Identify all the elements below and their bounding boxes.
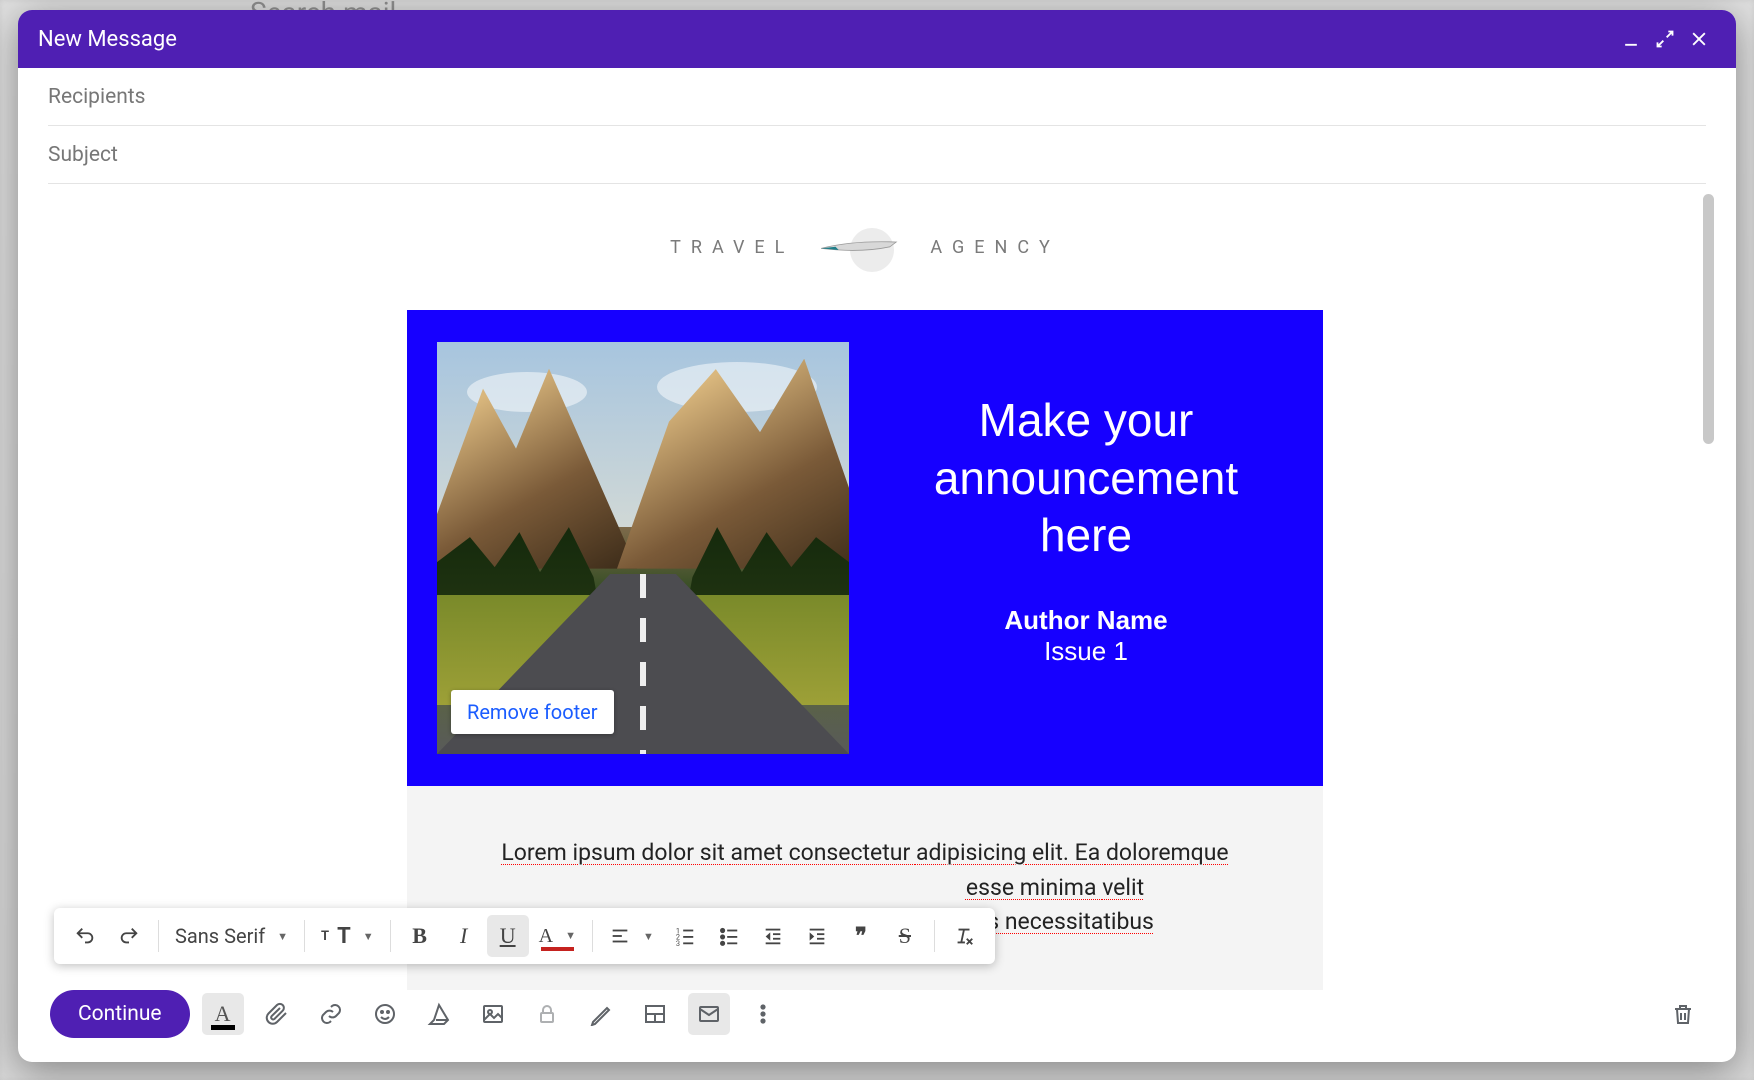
continue-button[interactable]: Continue xyxy=(50,990,190,1038)
logo-right-text: AGENCY xyxy=(930,237,1060,258)
lorem-text: Lorem ipsum dolor sit xyxy=(501,839,730,866)
bulleted-list-button[interactable] xyxy=(708,915,750,957)
font-size-select[interactable]: TT▼ xyxy=(313,915,382,957)
numbered-list-button[interactable]: 123 xyxy=(664,915,706,957)
lorem-text: adipisicing xyxy=(916,839,1026,866)
underline-button[interactable]: U xyxy=(487,915,529,957)
compose-window: New Message Recipients Subject TRAVEL AG… xyxy=(18,10,1736,1062)
minimize-button[interactable] xyxy=(1614,22,1648,56)
hero-block: Remove footer Make your announcement her… xyxy=(407,310,1323,786)
insert-photo-button[interactable] xyxy=(472,993,514,1035)
scrollbar[interactable] xyxy=(1703,194,1714,444)
quote-button[interactable]: ❞ xyxy=(840,915,882,957)
insert-signature-button[interactable] xyxy=(580,993,622,1035)
subject-field[interactable]: Subject xyxy=(48,126,1706,184)
indent-less-button[interactable] xyxy=(752,915,794,957)
text-color-button[interactable]: A▼ xyxy=(531,915,584,957)
insert-link-button[interactable] xyxy=(310,993,352,1035)
author-text[interactable]: Author Name xyxy=(889,605,1283,636)
body-area: TRAVEL AGENCY Remove footer xyxy=(18,184,1736,1062)
remove-formatting-button[interactable] xyxy=(943,915,985,957)
popout-collapse-button[interactable] xyxy=(1648,22,1682,56)
lorem-text: velit xyxy=(1102,874,1144,901)
font-family-select[interactable]: Sans Serif▼ xyxy=(167,915,296,957)
logo-left-text: TRAVEL xyxy=(670,237,794,258)
hero-text[interactable]: Make your announcement here Author Name … xyxy=(849,342,1323,754)
close-button[interactable] xyxy=(1682,22,1716,56)
discard-draft-button[interactable] xyxy=(1662,993,1704,1035)
formatting-options-button[interactable]: A xyxy=(202,993,244,1035)
format-toolbar: Sans Serif▼ TT▼ B I U A▼ ▼ 123 ❞ S xyxy=(54,908,995,964)
insert-layout-button[interactable] xyxy=(634,993,676,1035)
lorem-text: necessitatibus xyxy=(1005,908,1154,935)
indent-more-button[interactable] xyxy=(796,915,838,957)
action-bar: Continue A xyxy=(50,986,1704,1042)
hero-image[interactable]: Remove footer xyxy=(437,342,849,754)
align-button[interactable]: ▼ xyxy=(601,915,662,957)
font-family-label: Sans Serif xyxy=(175,924,265,948)
remove-footer-button[interactable]: Remove footer xyxy=(451,690,614,734)
lorem-text: consectetur xyxy=(789,839,911,866)
window-title: New Message xyxy=(38,27,1614,52)
svg-text:3: 3 xyxy=(676,939,680,947)
lorem-text: amet xyxy=(730,839,782,866)
announcement-text[interactable]: Make your announcement here xyxy=(889,392,1283,565)
more-options-button[interactable] xyxy=(742,993,784,1035)
issue-text[interactable]: Issue 1 xyxy=(889,636,1283,667)
confidential-mode-button[interactable] xyxy=(526,993,568,1035)
lorem-text: esse minima xyxy=(966,874,1102,901)
insert-emoji-button[interactable] xyxy=(364,993,406,1035)
bold-button[interactable]: B xyxy=(399,915,441,957)
lorem-text: doloremque xyxy=(1106,839,1229,866)
strikethrough-button[interactable]: S xyxy=(884,915,926,957)
insert-drive-button[interactable] xyxy=(418,993,460,1035)
template-logo: TRAVEL AGENCY xyxy=(48,204,1682,310)
redo-button[interactable] xyxy=(108,915,150,957)
header-fields: Recipients Subject xyxy=(18,68,1736,184)
recipients-field[interactable]: Recipients xyxy=(48,68,1706,126)
attach-file-button[interactable] xyxy=(256,993,298,1035)
plane-icon xyxy=(812,224,912,270)
email-layouts-button[interactable] xyxy=(688,993,730,1035)
lorem-text: elit. Ea xyxy=(1026,839,1106,866)
undo-button[interactable] xyxy=(64,915,106,957)
titlebar: New Message xyxy=(18,10,1736,68)
italic-button[interactable]: I xyxy=(443,915,485,957)
